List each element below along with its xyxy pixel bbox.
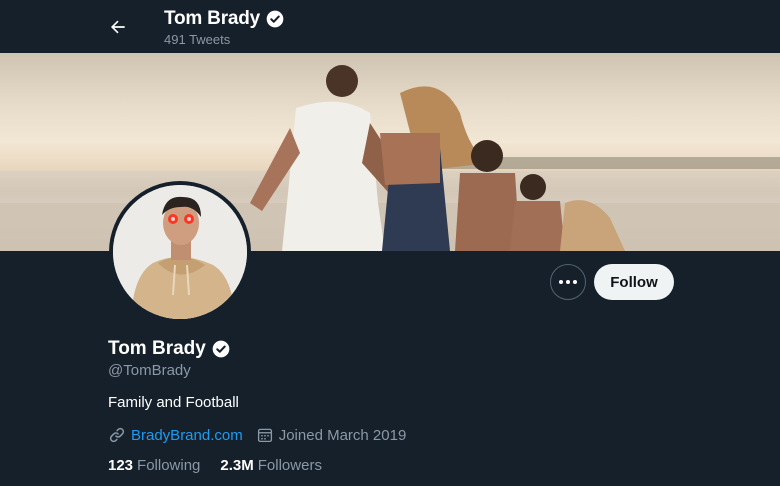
following-stat[interactable]: 123 Following [108,457,200,474]
more-button[interactable] [550,264,586,300]
joined-label: Joined March 2019 [278,426,407,444]
profile-stats: 123 Following 2.3M Followers [108,457,322,474]
link-icon [109,427,125,443]
verified-badge-icon [212,340,230,358]
verified-badge-icon [266,10,284,28]
followers-stat[interactable]: 2.3M Followers [220,457,322,474]
joined-date: Joined March 2019 [256,426,407,444]
profile-handle: @TomBrady [108,362,191,379]
profile-meta: BradyBrand.com Joined March 2019 [108,426,406,444]
profile-name: Tom Brady [108,338,231,360]
follow-button[interactable]: Follow [594,264,674,300]
profile-display-name: Tom Brady [108,338,206,359]
more-icon-dot [559,280,563,284]
more-icon-dot [573,280,577,284]
back-button[interactable] [101,10,135,44]
arrow-left-icon [110,20,125,34]
top-bar: Tom Brady 491 Tweets [0,0,780,53]
following-label: Following [137,457,201,474]
header-title: Tom Brady [164,8,285,30]
calendar-icon [257,428,272,443]
more-icon-dot [566,280,570,284]
avatar-photo [113,185,247,319]
followers-label: Followers [257,457,322,474]
followers-count: 2.3M [220,457,254,474]
website-link[interactable]: BradyBrand.com [131,427,243,444]
header-name: Tom Brady [164,8,261,29]
profile-bio: Family and Football [108,394,239,411]
following-count: 123 [108,457,134,474]
profile-avatar[interactable] [109,181,251,323]
avatar-image [113,185,247,319]
tweet-count: 491 Tweets [164,32,231,47]
